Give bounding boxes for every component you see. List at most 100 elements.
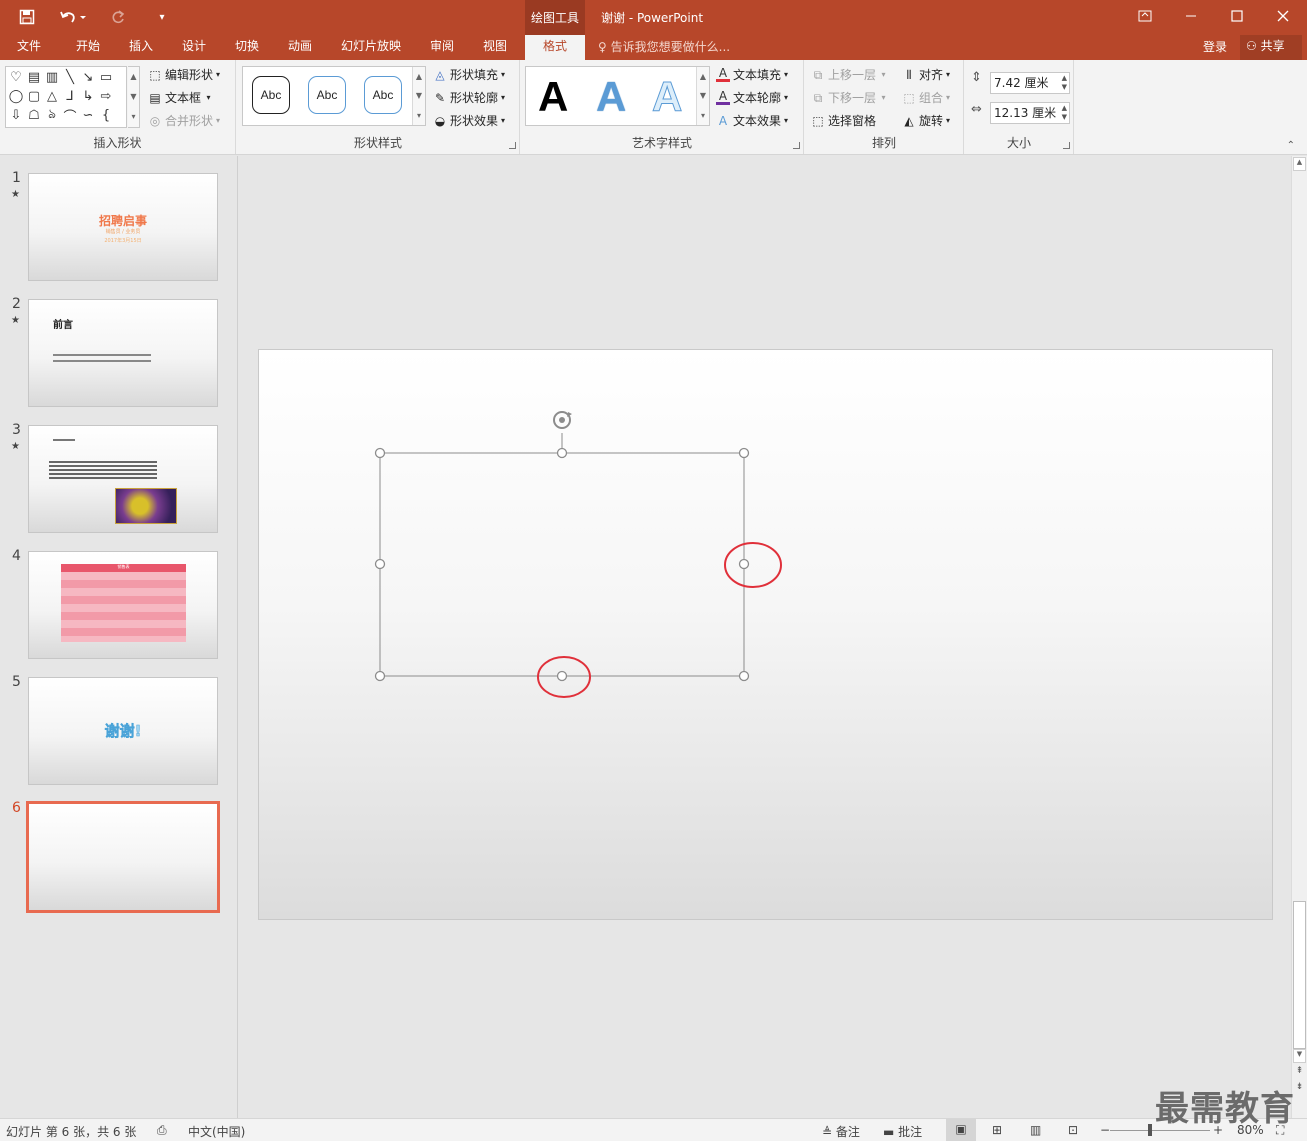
- dialog-launcher-icon[interactable]: [793, 142, 800, 149]
- tab-slideshow[interactable]: 幻灯片放映: [334, 35, 408, 60]
- shapes-gallery[interactable]: ♡ ▤ ▥ ╲ ↘ ▭ ◯ ▢ △ ⅃ ↳ ⇨ ⇩ ☖ ঌ ⌒ ∽ {: [5, 66, 127, 128]
- slide-thumbnail-3[interactable]: [28, 425, 218, 533]
- slide-thumbnail-4[interactable]: 销售表: [28, 551, 218, 659]
- slide-thumbnail-6[interactable]: [26, 801, 220, 913]
- shape-fill-button[interactable]: ◬ 形状填充 ▾: [433, 66, 505, 83]
- curve-shape-icon[interactable]: ∽: [79, 106, 97, 125]
- tab-review[interactable]: 审阅: [418, 35, 466, 60]
- slide-thumbnail-5[interactable]: 谢谢!: [28, 677, 218, 785]
- heart-shape-icon[interactable]: ♡: [7, 68, 25, 87]
- resize-handle-top-right[interactable]: [738, 447, 750, 459]
- vertical-textbox-shape-icon[interactable]: ▥: [43, 68, 61, 87]
- tab-format[interactable]: 格式: [525, 35, 585, 60]
- shape-effects-button[interactable]: ◒ 形状效果 ▾: [433, 112, 505, 129]
- zoom-out-icon[interactable]: −: [1100, 1123, 1110, 1137]
- group-button[interactable]: ⬚ 组合 ▾: [902, 89, 950, 106]
- arc-shape-icon[interactable]: ⌒: [61, 106, 79, 125]
- language-indicator[interactable]: 中文(中国): [188, 1123, 245, 1140]
- selection-pane-button[interactable]: ⬚ 选择窗格: [811, 112, 876, 129]
- resize-handle-bottom[interactable]: [556, 670, 568, 682]
- normal-view-icon[interactable]: ▣: [946, 1119, 976, 1141]
- ribbon-display-icon[interactable]: [1122, 0, 1168, 32]
- rotate-button[interactable]: ◭ 旋转 ▾: [902, 112, 950, 129]
- current-slide[interactable]: [258, 349, 1273, 920]
- slide-sorter-icon[interactable]: ⊞: [992, 1123, 1002, 1137]
- scroll-up-icon[interactable]: ▲: [1293, 157, 1306, 171]
- comments-button[interactable]: ▬ 批注: [883, 1123, 922, 1140]
- vertical-scrollbar[interactable]: ▲ ▼ ⇞ ⇟: [1291, 156, 1307, 1118]
- freeform-shape-icon[interactable]: ☖: [25, 106, 43, 125]
- selection-overlay[interactable]: [259, 350, 1274, 921]
- edit-shape-button[interactable]: ⬚ 编辑形状 ▾: [148, 66, 220, 83]
- gallery-scroll[interactable]: ▲ ▼ ▾: [412, 67, 425, 125]
- slideshow-view-icon[interactable]: ⊡: [1068, 1123, 1078, 1137]
- tell-me-box[interactable]: ♀ 告诉我您想要做什么...: [598, 38, 730, 55]
- right-arrow-shape-icon[interactable]: ⇨: [97, 87, 115, 106]
- rounded-rect-shape-icon[interactable]: ▢: [25, 87, 43, 106]
- wordart-gallery[interactable]: A A A ▲ ▼ ▾: [525, 66, 710, 126]
- reading-view-icon[interactable]: ▥: [1030, 1123, 1041, 1137]
- text-outline-button[interactable]: A 文本轮廓 ▾: [716, 89, 788, 106]
- tab-animations[interactable]: 动画: [276, 35, 324, 60]
- wordart-sample-blue[interactable]: A: [596, 73, 626, 121]
- down-arrow-shape-icon[interactable]: ⇩: [7, 106, 25, 125]
- tab-view[interactable]: 视图: [471, 35, 519, 60]
- elbow-arrow-shape-icon[interactable]: ↳: [79, 87, 97, 106]
- wordart-sample-black[interactable]: A: [538, 73, 568, 121]
- resize-handle-bottom-left[interactable]: [374, 670, 386, 682]
- rotate-handle-icon[interactable]: [553, 411, 572, 429]
- undo-icon[interactable]: [58, 6, 88, 28]
- resize-handle-left[interactable]: [374, 558, 386, 570]
- maximize-icon[interactable]: [1214, 0, 1260, 32]
- text-effects-button[interactable]: A 文本效果 ▾: [716, 112, 788, 129]
- gallery-scroll[interactable]: ▲ ▼ ▾: [696, 67, 709, 125]
- rectangle-shape-icon[interactable]: ▭: [97, 68, 115, 87]
- resize-handle-top-left[interactable]: [374, 447, 386, 459]
- collapse-ribbon-icon[interactable]: ⌃: [1287, 140, 1295, 151]
- shape-style-preset[interactable]: Abc: [364, 76, 402, 114]
- zoom-slider[interactable]: [1110, 1130, 1210, 1131]
- shape-styles-gallery[interactable]: Abc Abc Abc ▲ ▼ ▾: [242, 66, 426, 126]
- spinner-icon[interactable]: ▲ ▼: [1062, 104, 1067, 122]
- minimize-icon[interactable]: [1168, 0, 1214, 32]
- bring-forward-button[interactable]: ⧉ 上移一层 ▾: [811, 66, 886, 83]
- scroll-down-icon[interactable]: ▼: [1293, 1049, 1306, 1063]
- resize-handle-right[interactable]: [738, 558, 750, 570]
- triangle-shape-icon[interactable]: △: [43, 87, 61, 106]
- align-button[interactable]: ⫴ 对齐 ▾: [902, 66, 950, 83]
- elbow-connector-shape-icon[interactable]: ⅃: [61, 87, 79, 106]
- zoom-slider-thumb[interactable]: [1148, 1124, 1152, 1136]
- resize-handle-top[interactable]: [556, 447, 568, 459]
- width-field[interactable]: 12.13 厘米 ▲ ▼: [990, 102, 1070, 124]
- dialog-launcher-icon[interactable]: [1063, 142, 1070, 149]
- shape-outline-button[interactable]: ✎ 形状轮廓 ▾: [433, 89, 505, 106]
- scroll-thumb[interactable]: [1293, 901, 1306, 1049]
- tab-insert[interactable]: 插入: [117, 35, 165, 60]
- slide-thumbnail-2[interactable]: 前言: [28, 299, 218, 407]
- oval-shape-icon[interactable]: ◯: [7, 87, 25, 106]
- tab-home[interactable]: 开始: [64, 35, 112, 60]
- tab-design[interactable]: 设计: [170, 35, 218, 60]
- text-fill-button[interactable]: A 文本填充 ▾: [716, 66, 788, 83]
- shapes-gallery-scroll[interactable]: ▲ ▼ ▾: [128, 66, 140, 128]
- spinner-icon[interactable]: ▲ ▼: [1062, 74, 1067, 92]
- resize-handle-bottom-right[interactable]: [738, 670, 750, 682]
- previous-slide-icon[interactable]: ⇞: [1293, 1066, 1306, 1080]
- dialog-launcher-icon[interactable]: [509, 142, 516, 149]
- tab-file[interactable]: 文件: [5, 35, 53, 60]
- slide-thumbnail-1[interactable]: 招聘启事 销售员 / 业务员 2017年3月15日: [28, 173, 218, 281]
- tab-transitions[interactable]: 切换: [223, 35, 271, 60]
- arrow-line-shape-icon[interactable]: ↘: [79, 68, 97, 87]
- brace-shape-icon[interactable]: {: [97, 106, 115, 125]
- redo-icon[interactable]: [108, 6, 128, 28]
- textbox-shape-icon[interactable]: ▤: [25, 68, 43, 87]
- send-backward-button[interactable]: ⧉ 下移一层 ▾: [811, 89, 886, 106]
- notes-button[interactable]: ≜ 备注: [822, 1123, 860, 1140]
- text-box-button[interactable]: ▤ 文本框 ▾: [148, 89, 210, 106]
- save-icon[interactable]: [16, 6, 38, 28]
- shape-style-preset[interactable]: Abc: [308, 76, 346, 114]
- spellcheck-icon[interactable]: ⎙: [157, 1123, 167, 1138]
- selected-textbox[interactable]: [379, 452, 745, 677]
- scribble-shape-icon[interactable]: ঌ: [43, 106, 61, 125]
- height-field[interactable]: 7.42 厘米 ▲ ▼: [990, 72, 1070, 94]
